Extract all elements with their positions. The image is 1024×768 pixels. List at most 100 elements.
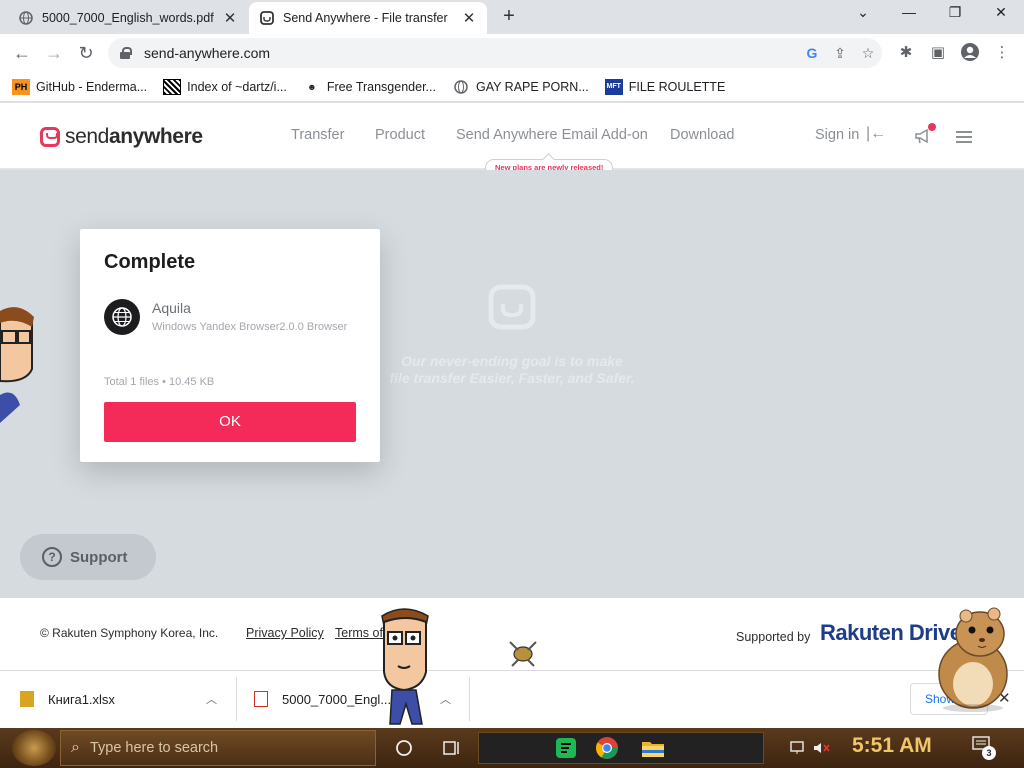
bookmark-label: Free Transgender... xyxy=(326,79,436,94)
dialog-title: Complete xyxy=(104,251,196,273)
chrome-icon[interactable] xyxy=(593,734,621,762)
megaphone-icon[interactable] xyxy=(914,123,936,147)
notification-center-icon[interactable]: 3 xyxy=(972,736,996,760)
ph-icon: PH xyxy=(12,78,30,95)
search-placeholder: Type here to search xyxy=(89,740,219,756)
ok-button[interactable]: OK xyxy=(104,402,356,442)
question-icon: ? xyxy=(42,547,62,567)
address-bar[interactable]: send-anywhere.com G ⇪ ☆ xyxy=(108,38,882,68)
back-arrow-icon[interactable]: ← xyxy=(10,42,34,64)
site-header: sendanywhere Transfer Product Send Anywh… xyxy=(0,103,1024,177)
file-icon xyxy=(20,691,34,707)
hamburger-menu-icon[interactable] xyxy=(956,131,972,143)
google-icon[interactable]: G xyxy=(798,45,826,61)
volume-muted-icon[interactable] xyxy=(808,734,836,762)
minimize-icon[interactable]: — xyxy=(886,4,932,26)
bookmarks-bar: PH GitHub - Enderma... Index of ~dartz/i… xyxy=(0,72,1024,102)
bookmark-label: GAY RAPE PORN... xyxy=(475,79,589,94)
hamster-character xyxy=(938,607,1008,712)
sender-device: Windows Yandex Browser2.0.0 Browser xyxy=(152,321,348,333)
nav-email-addon[interactable]: Send Anywhere Email Add-on xyxy=(456,127,648,143)
copyright-text: © Rakuten Symphony Korea, Inc. xyxy=(40,626,219,640)
taskbar-clock[interactable]: 5:51 AM xyxy=(852,734,932,758)
menu-kebab-icon[interactable]: ⋮ xyxy=(990,42,1014,64)
privacy-policy-link[interactable]: Privacy Policy xyxy=(246,626,324,640)
support-label: Support xyxy=(70,548,128,566)
taskbar-apps-panel xyxy=(478,732,764,764)
bookmark-item[interactable]: GAY RAPE PORN... xyxy=(452,79,589,95)
cartoon-character-center xyxy=(381,608,429,725)
tab-search-chevron-icon[interactable]: ⌄ xyxy=(840,4,886,26)
window-close-icon[interactable]: ✕ xyxy=(978,4,1024,26)
globe-icon xyxy=(452,79,470,95)
small-creature-icon xyxy=(509,641,537,667)
tab-strip: 5000_7000_English_words.pdf ✕ Send Anywh… xyxy=(0,0,1024,34)
cartoon-character-left xyxy=(0,307,34,423)
complete-dialog: Complete Aquila Windows Yandex Browser2.… xyxy=(80,229,380,462)
downloads-bar: Книга1.xlsx ︿ 5000_7000_Engl... ︿ Show a… xyxy=(0,670,1024,728)
divider xyxy=(236,677,237,721)
close-tab-icon[interactable]: ✕ xyxy=(461,9,477,27)
notification-count: 3 xyxy=(982,746,996,760)
close-tab-icon[interactable]: ✕ xyxy=(222,9,238,27)
sign-in-link[interactable]: Sign in xyxy=(815,127,859,143)
browser-toolbar: ← → ↻ send-anywhere.com G ⇪ ☆ ✱ ▣ ⋮ xyxy=(0,34,1024,72)
terms-link[interactable]: Terms of xyxy=(335,626,383,640)
share-icon[interactable]: ⇪ xyxy=(826,45,854,62)
sendanywhere-logo[interactable]: sendanywhere xyxy=(40,125,203,149)
windows-taskbar: ⌕ Type here to search 5:51 AM 3 xyxy=(0,728,1024,768)
supported-by-text: Supported by xyxy=(736,630,811,644)
support-button[interactable]: ? Support xyxy=(20,534,156,580)
mask-icon: ☻ xyxy=(307,81,317,92)
globe-icon xyxy=(104,299,140,335)
chevron-up-icon[interactable]: ︿ xyxy=(440,691,451,707)
task-view-icon[interactable] xyxy=(438,734,466,762)
transfer-total: Total 1 files • 10.45 KB xyxy=(104,376,215,388)
sendanywhere-bg-icon xyxy=(488,284,536,330)
reload-icon[interactable]: ↻ xyxy=(74,42,98,64)
pdf-file-icon xyxy=(254,691,268,707)
spreadsheet-app-icon[interactable] xyxy=(552,734,580,762)
start-button-icon[interactable] xyxy=(12,730,56,766)
download-item[interactable]: Книга1.xlsx ︿ xyxy=(20,679,230,719)
nav-transfer[interactable]: Transfer xyxy=(291,127,344,143)
bookmark-item[interactable]: ☻ Free Transgender... xyxy=(303,79,436,95)
profile-avatar-icon[interactable] xyxy=(958,42,982,64)
bookmark-item[interactable]: Index of ~dartz/i... xyxy=(163,78,287,95)
bookmark-item[interactable]: PH GitHub - Enderma... xyxy=(12,78,148,95)
qr-icon xyxy=(163,78,182,95)
url-text[interactable]: send-anywhere.com xyxy=(144,45,798,61)
globe-icon xyxy=(18,10,34,26)
lock-icon[interactable] xyxy=(120,47,132,59)
nav-product[interactable]: Product xyxy=(375,127,425,143)
file-explorer-icon[interactable] xyxy=(639,734,667,762)
restore-icon[interactable]: ❐ xyxy=(932,4,978,26)
divider xyxy=(469,677,470,721)
download-name: 5000_7000_Engl... xyxy=(282,691,392,707)
new-tab-plus-icon[interactable]: + xyxy=(498,6,520,28)
bookmark-item[interactable]: MFT FILE ROULETTE xyxy=(604,78,726,95)
mft-icon: MFT xyxy=(604,78,623,95)
bookmark-label: GitHub - Enderma... xyxy=(36,79,148,94)
search-icon: ⌕ xyxy=(71,739,80,756)
chevron-up-icon[interactable]: ︿ xyxy=(206,691,217,707)
tab-pdf[interactable]: 5000_7000_English_words.pdf ✕ xyxy=(8,2,248,34)
tab-title: 5000_7000_English_words.pdf xyxy=(42,11,214,25)
bookmark-label: Index of ~dartz/i... xyxy=(187,79,287,94)
sendanywhere-icon xyxy=(259,10,275,26)
bookmark-label: FILE ROULETTE xyxy=(628,79,726,94)
notification-dot xyxy=(928,123,936,131)
cortana-circle-icon[interactable] xyxy=(390,734,418,762)
sender-name: Aquila xyxy=(152,300,191,316)
extensions-puzzle-icon[interactable]: ✱ xyxy=(894,42,918,64)
bookmark-star-icon[interactable]: ☆ xyxy=(854,45,882,62)
tab-title: Send Anywhere - File transfer xyxy=(283,11,448,25)
tab-send-anywhere[interactable]: Send Anywhere - File transfer ✕ xyxy=(249,2,487,34)
taskbar-search[interactable]: ⌕ Type here to search xyxy=(60,730,376,766)
nav-download[interactable]: Download xyxy=(670,127,735,143)
logo-mark-icon xyxy=(40,127,60,147)
side-panel-icon[interactable]: ▣ xyxy=(926,42,950,64)
download-name: Книга1.xlsx xyxy=(48,691,115,707)
forward-arrow-icon[interactable]: → xyxy=(42,42,66,64)
sign-in-arrow-icon[interactable]: |← xyxy=(866,125,886,143)
